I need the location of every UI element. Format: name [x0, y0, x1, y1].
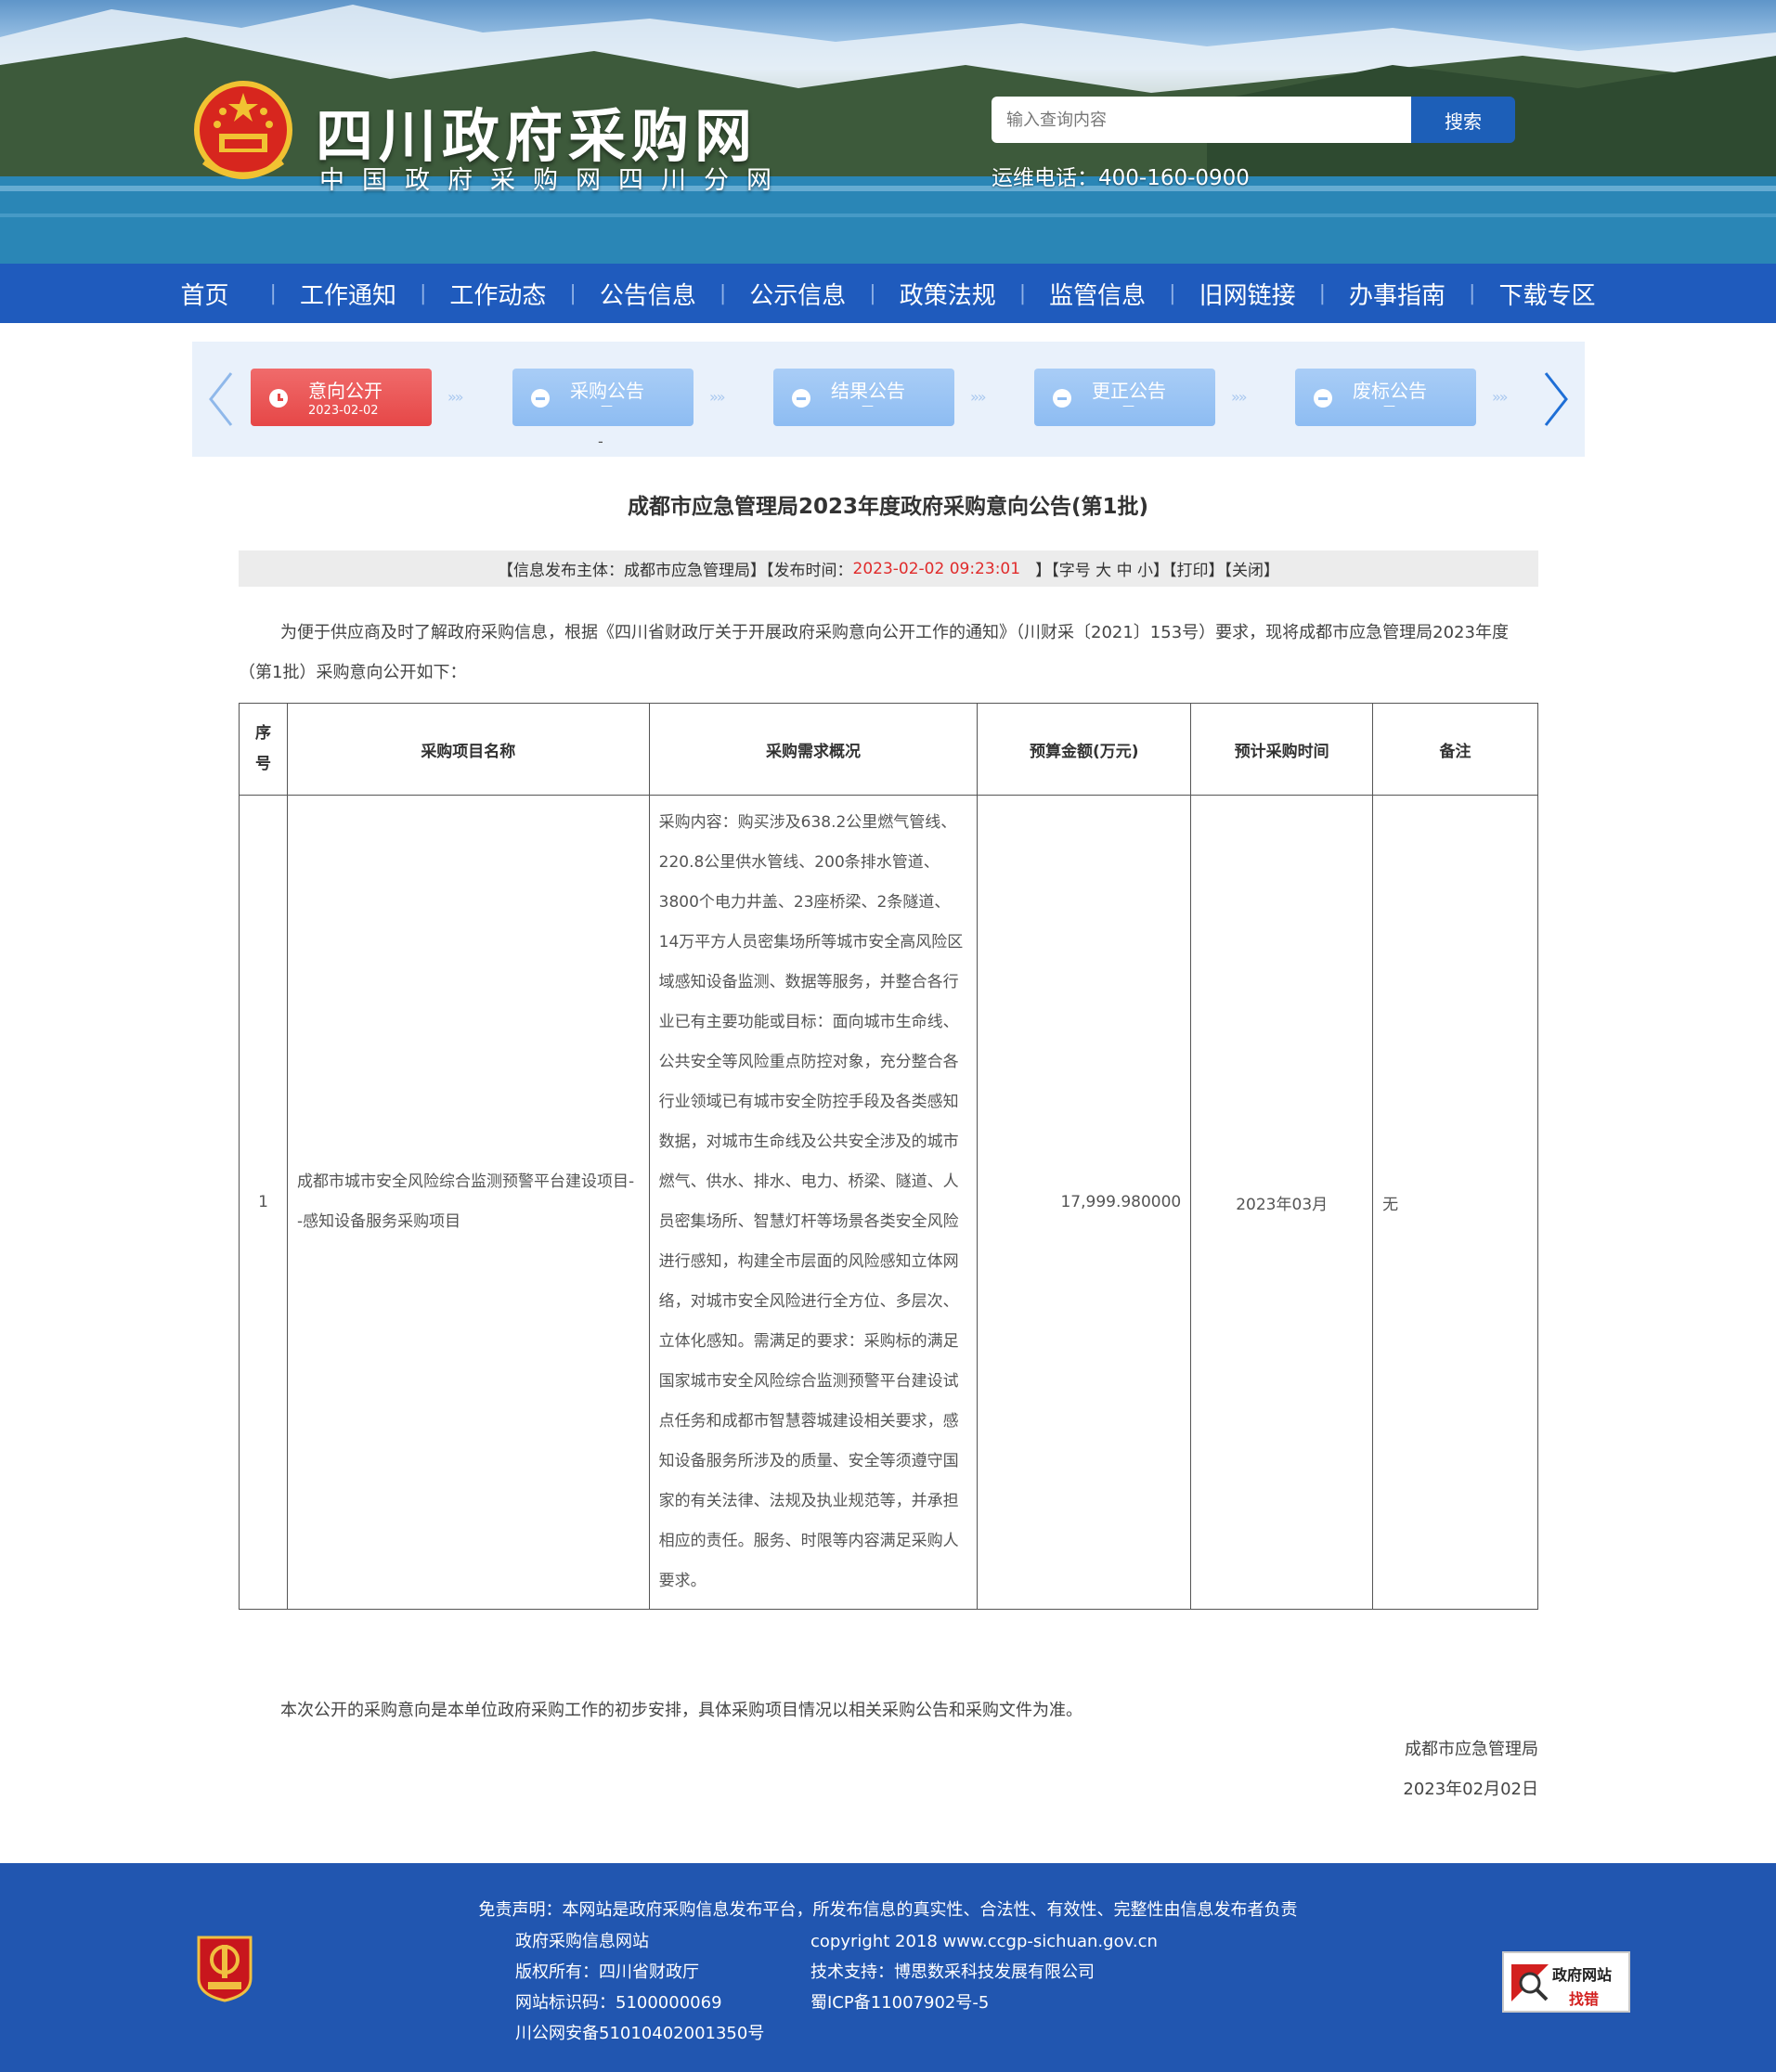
find-error-sublabel: 找错: [1569, 1990, 1600, 2008]
step-correction-notice[interactable]: 更正公告 —: [1034, 369, 1215, 426]
article-meta-bar: 【信息发布主体：成都市应急管理局】【发布时间： 2023-02-02 09:23:…: [239, 550, 1538, 587]
nav-separator: |: [1469, 281, 1476, 305]
cell-requirement-desc: 采购内容：购买涉及638.2公里燃气管线、220.8公里供水管线、200条排水管…: [648, 795, 979, 1610]
nav-item-guide[interactable]: 办事指南: [1326, 277, 1469, 311]
footer-site-id: 网站标识码：5100000069: [515, 1993, 722, 2013]
footer-copyright: copyright 2018 www.ccgp-sichuan.gov.cn: [810, 1932, 1158, 1951]
col-header-note: 备注: [1372, 703, 1538, 796]
chevron-icon: »»: [1231, 388, 1248, 406]
col-header-desc: 采购需求概况: [648, 703, 979, 796]
col-header-budget: 预算金额(万元): [977, 703, 1192, 796]
disclaimer: 免责声明：本网站是政府采购信息发布平台，所发布信息的真实性、合法性、有效性、完整…: [478, 1900, 1298, 1920]
dash-marker: -: [598, 433, 603, 450]
signature-date: 2023年02月02日: [1403, 1780, 1538, 1799]
footer-left-info: 政府采购信息网站 版权所有：四川省财政厅 网站标识码：5100000069 川公…: [515, 1926, 764, 2049]
col-header-seq: 序号: [239, 703, 288, 796]
main-nav: 首页 | 工作通知 | 工作动态 | 公告信息 | 公示信息 | 政策法规 | …: [0, 264, 1776, 323]
step-result-notice[interactable]: 结果公告 —: [773, 369, 954, 426]
arrow-right-icon[interactable]: [1536, 369, 1574, 429]
meta-tools[interactable]: 】【字号 大 中 小】【打印】【关闭】: [1020, 557, 1279, 580]
step-date: —: [1383, 399, 1395, 413]
nav-item-work-news[interactable]: 工作动态: [426, 277, 569, 311]
footer-police-record[interactable]: 川公网安备51010402001350号: [515, 2018, 764, 2049]
search-input[interactable]: [992, 97, 1412, 143]
nav-item-policy[interactable]: 政策法规: [876, 277, 1019, 311]
chevron-icon: »»: [447, 388, 464, 406]
step-date: 2023-02-02: [308, 404, 379, 418]
nav-separator: |: [569, 281, 577, 305]
nav-item-announcements[interactable]: 公告信息: [577, 277, 719, 311]
nav-item-publicity[interactable]: 公示信息: [726, 277, 869, 311]
minus-circle-icon: [1053, 389, 1071, 408]
closing-statement: 本次公开的采购意向是本单位政府采购工作的初步安排，具体采购项目情况以相关采购公告…: [280, 1701, 1082, 1720]
site-subtitle: 中国政府采购网四川分网: [319, 166, 789, 195]
cell-note: 无: [1372, 795, 1538, 1610]
cell-seq: 1: [239, 795, 288, 1610]
col-header-time: 预计采购时间: [1190, 703, 1374, 796]
cell-budget: 17,999.980000: [977, 795, 1192, 1610]
step-date: —: [862, 399, 874, 413]
table-row: 1 成都市城市安全风险综合监测预警平台建设项目--感知设备服务采购项目 采购内容…: [239, 795, 1538, 1610]
procurement-table: 序号 采购项目名称 采购需求概况 预算金额(万元) 预计采购时间 备注 1 成都…: [239, 703, 1538, 1610]
step-label: 意向公开: [308, 380, 382, 402]
nav-separator: |: [869, 281, 876, 305]
party-emblem-icon[interactable]: [195, 1932, 254, 2002]
find-error-badge[interactable]: 政府网站 找错: [1502, 1951, 1630, 2013]
footer-copyright-owner: 版权所有：四川省财政厅: [515, 1962, 699, 1982]
process-timeline: 意向公开 2023-02-02 »» 采购公告 — »» 结果公告 — »» 更…: [192, 342, 1585, 457]
meta-publisher: 【信息发布主体：成都市应急管理局】【发布时间：: [498, 562, 853, 580]
footer-icp-record[interactable]: 蜀ICP备11007902号-5: [810, 1988, 1158, 2018]
signature-org: 成都市应急管理局: [1405, 1740, 1538, 1759]
step-intent-public[interactable]: 意向公开 2023-02-02: [251, 369, 432, 426]
step-date: —: [601, 399, 613, 413]
article-title: 成都市应急管理局2023年度政府采购意向公告(第1批): [627, 495, 1149, 519]
national-emblem-icon: [194, 81, 292, 179]
nav-separator: |: [269, 281, 277, 305]
footer-right-info: copyright 2018 www.ccgp-sichuan.gov.cn 技…: [810, 1926, 1158, 2018]
arrow-left-icon[interactable]: [203, 369, 240, 429]
step-procurement-notice[interactable]: 采购公告 —: [512, 369, 694, 426]
chevron-icon: »»: [1492, 388, 1509, 406]
cell-procurement-time: 2023年03月: [1190, 795, 1374, 1610]
nav-item-old-site[interactable]: 旧网链接: [1176, 277, 1319, 311]
nav-item-supervision[interactable]: 监管信息: [1026, 277, 1169, 311]
nav-item-work-notice[interactable]: 工作通知: [277, 277, 420, 311]
step-date: —: [1122, 399, 1134, 413]
footer: 免责声明：本网站是政府采购信息发布平台，所发布信息的真实性、合法性、有效性、完整…: [0, 1863, 1776, 2072]
minus-circle-icon: [531, 389, 550, 408]
magnifier-icon: [1511, 1964, 1549, 2001]
footer-site-type: 政府采购信息网站: [515, 1932, 649, 1951]
cell-project-name: 成都市城市安全风险综合监测预警平台建设项目--感知设备服务采购项目: [286, 795, 650, 1610]
nav-item-downloads[interactable]: 下载专区: [1475, 277, 1618, 311]
col-header-name: 采购项目名称: [286, 703, 650, 796]
nav-separator: |: [719, 281, 727, 305]
minus-circle-icon: [792, 389, 810, 408]
search-button[interactable]: 搜索: [1411, 97, 1515, 143]
clock-icon: [269, 389, 288, 408]
nav-item-home[interactable]: 首页: [158, 277, 270, 311]
minus-circle-icon: [1314, 389, 1332, 408]
find-error-label: 政府网站: [1552, 1966, 1613, 1984]
chevron-icon: »»: [709, 388, 726, 406]
header-banner: 四川政府采购网 中国政府采购网四川分网 搜索 运维电话：400-160-0900: [0, 0, 1776, 264]
intro-paragraph: 为便于供应商及时了解政府采购信息，根据《四川省财政厅关于开展政府采购意向公开工作…: [239, 623, 1509, 682]
nav-separator: |: [1318, 281, 1327, 305]
hotline-text: 运维电话：400-160-0900: [992, 166, 1250, 190]
meta-publish-time: 2023-02-02 09:23:01: [852, 559, 1021, 578]
chevron-icon: »»: [970, 388, 987, 406]
step-cancel-notice[interactable]: 废标公告 —: [1295, 369, 1476, 426]
nav-separator: |: [419, 281, 427, 305]
table-header-row: 序号 采购项目名称 采购需求概况 预算金额(万元) 预计采购时间 备注: [239, 703, 1538, 796]
nav-separator: |: [1018, 281, 1027, 305]
footer-tech-support: 技术支持：博思数采科技发展有限公司: [810, 1962, 1095, 1982]
nav-separator: |: [1169, 281, 1176, 305]
